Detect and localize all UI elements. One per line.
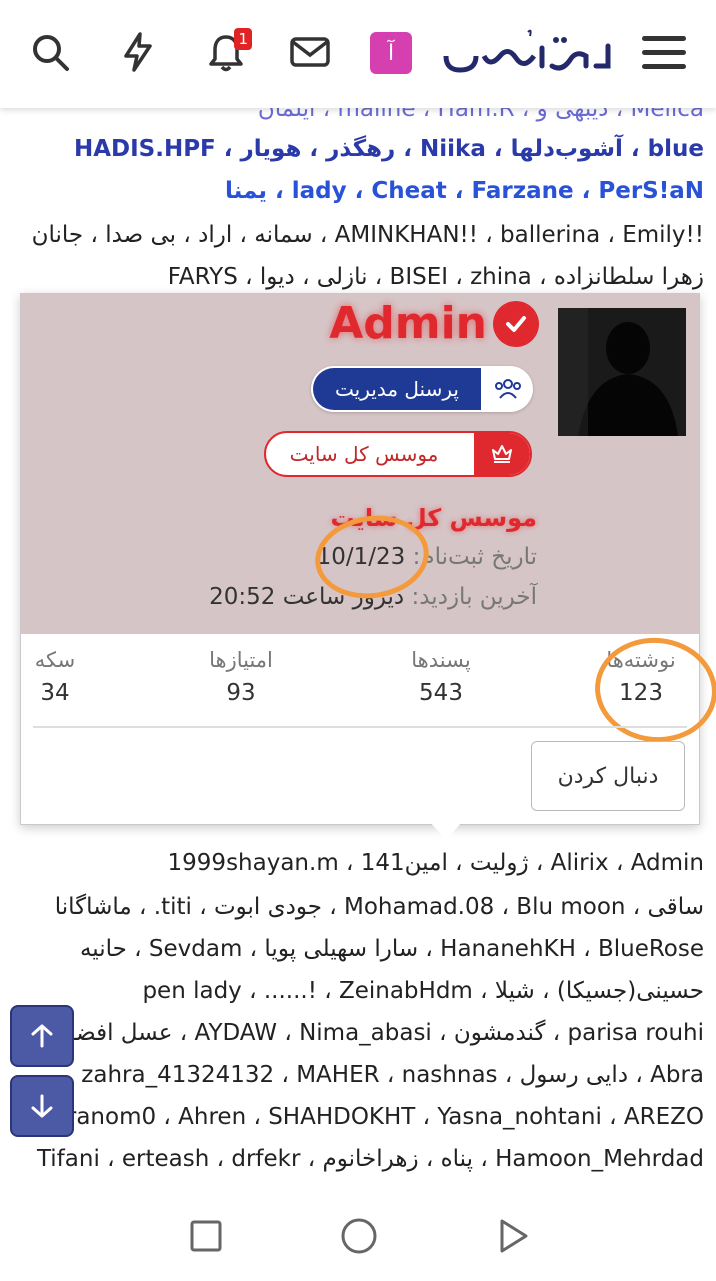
site-logo[interactable]	[438, 26, 618, 82]
list-item: Melica ، دیبهی و ، maline ، Ham.R ، ایلم…	[257, 108, 704, 122]
stat-value: 93	[226, 680, 256, 706]
flash-icon[interactable]	[116, 30, 160, 74]
list-item: ساقی ، Mohamad.08 ، Blu moon ، جودی ابوت…	[54, 894, 704, 920]
scroll-down-button[interactable]	[10, 1075, 74, 1137]
system-nav-bar	[0, 1193, 716, 1281]
search-icon[interactable]	[28, 30, 72, 74]
avatar-letter: آ	[387, 40, 395, 66]
list-item: !!AMINKHAN!! ، ballerina ، Emily ، سمانه…	[31, 222, 704, 248]
bell-icon[interactable]: 1	[204, 28, 252, 74]
stat-label: امتیازها	[209, 648, 273, 672]
stat-value: 543	[419, 680, 463, 706]
popup-pointer	[430, 822, 462, 840]
top-header: 1 آ	[0, 0, 716, 108]
role-badge[interactable]: پرسنل مدیریت	[311, 366, 533, 412]
list-item: blue ، آشوب‌دلها ، Niika ، رهگذر ، هویار…	[73, 136, 704, 162]
list-item: Alirix ، Admin ، ژولیت ، امین141 ، 1999s…	[167, 850, 704, 876]
list-item: parisa rouhi ، گندمشون ، AYDAW ، Nima_ab…	[49, 1020, 704, 1046]
list-item: taranom0 ، Ahren ، SHAHDOKHT ، Yasna_noh…	[36, 1104, 704, 1130]
stat-label: سکه	[34, 648, 76, 672]
stat-points: امتیازها 93	[181, 648, 301, 706]
back-icon[interactable]	[490, 1213, 536, 1259]
arrow-up-icon	[31, 1024, 53, 1048]
profile-card: Admin پرسنل مدیریت موسس کل سایت موسس کل …	[20, 293, 716, 825]
home-icon[interactable]	[336, 1213, 382, 1259]
notification-badge: 1	[234, 28, 252, 50]
stat-label: پسندها	[411, 648, 471, 672]
stat-value: 34	[40, 680, 70, 706]
list-item: حسینی(جسیکا) ، شیلا ، pen lady ، ......!…	[142, 978, 704, 1004]
verified-icon	[493, 300, 539, 347]
list-item: Hamoon_Mehrdad ، پناه ، زهراخانوم ، Tifa…	[36, 1146, 704, 1172]
list-item: Abra ، دایی رسول ، zahra_41324132 ، MAHE…	[81, 1062, 704, 1088]
arrow-down-icon	[31, 1094, 53, 1118]
mail-icon[interactable]	[288, 30, 332, 74]
role-badge-label: پرسنل مدیریت	[313, 368, 481, 410]
rank-badge[interactable]: موسس کل سایت	[264, 431, 532, 477]
recent-apps-icon[interactable]	[183, 1213, 229, 1259]
crown-icon	[474, 433, 530, 475]
profile-username[interactable]: Admin	[329, 298, 539, 349]
menu-icon[interactable]	[642, 36, 686, 74]
follow-button[interactable]: دنبال کردن	[531, 741, 685, 811]
rank-badge-label: موسس کل سایت	[289, 442, 439, 466]
list-item: HananehKH ، BlueRose ، سارا سهیلی پویا ،…	[79, 936, 704, 962]
stat-coins: سکه 34	[0, 648, 115, 706]
stat-likes: پسندها 543	[381, 648, 501, 706]
list-item: lady ، Cheat ، Farzane ، PerS!aN ، یمنا	[224, 178, 704, 204]
list-item: زهرا سلطانزاده ، BISEI ، zhina ، نازلی ،…	[167, 264, 704, 290]
scroll-up-button[interactable]	[10, 1005, 74, 1067]
username-text: Admin	[329, 298, 487, 349]
group-icon	[493, 376, 523, 406]
last-label: آخرین بازدید:	[411, 584, 537, 610]
reg-label: تاریخ ثبت‌نام:	[412, 544, 537, 570]
profile-photo[interactable]	[558, 308, 686, 436]
user-avatar[interactable]: آ	[370, 32, 412, 74]
divider	[33, 726, 687, 728]
profile-card-header: Admin پرسنل مدیریت موسس کل سایت موسس کل …	[21, 294, 699, 634]
